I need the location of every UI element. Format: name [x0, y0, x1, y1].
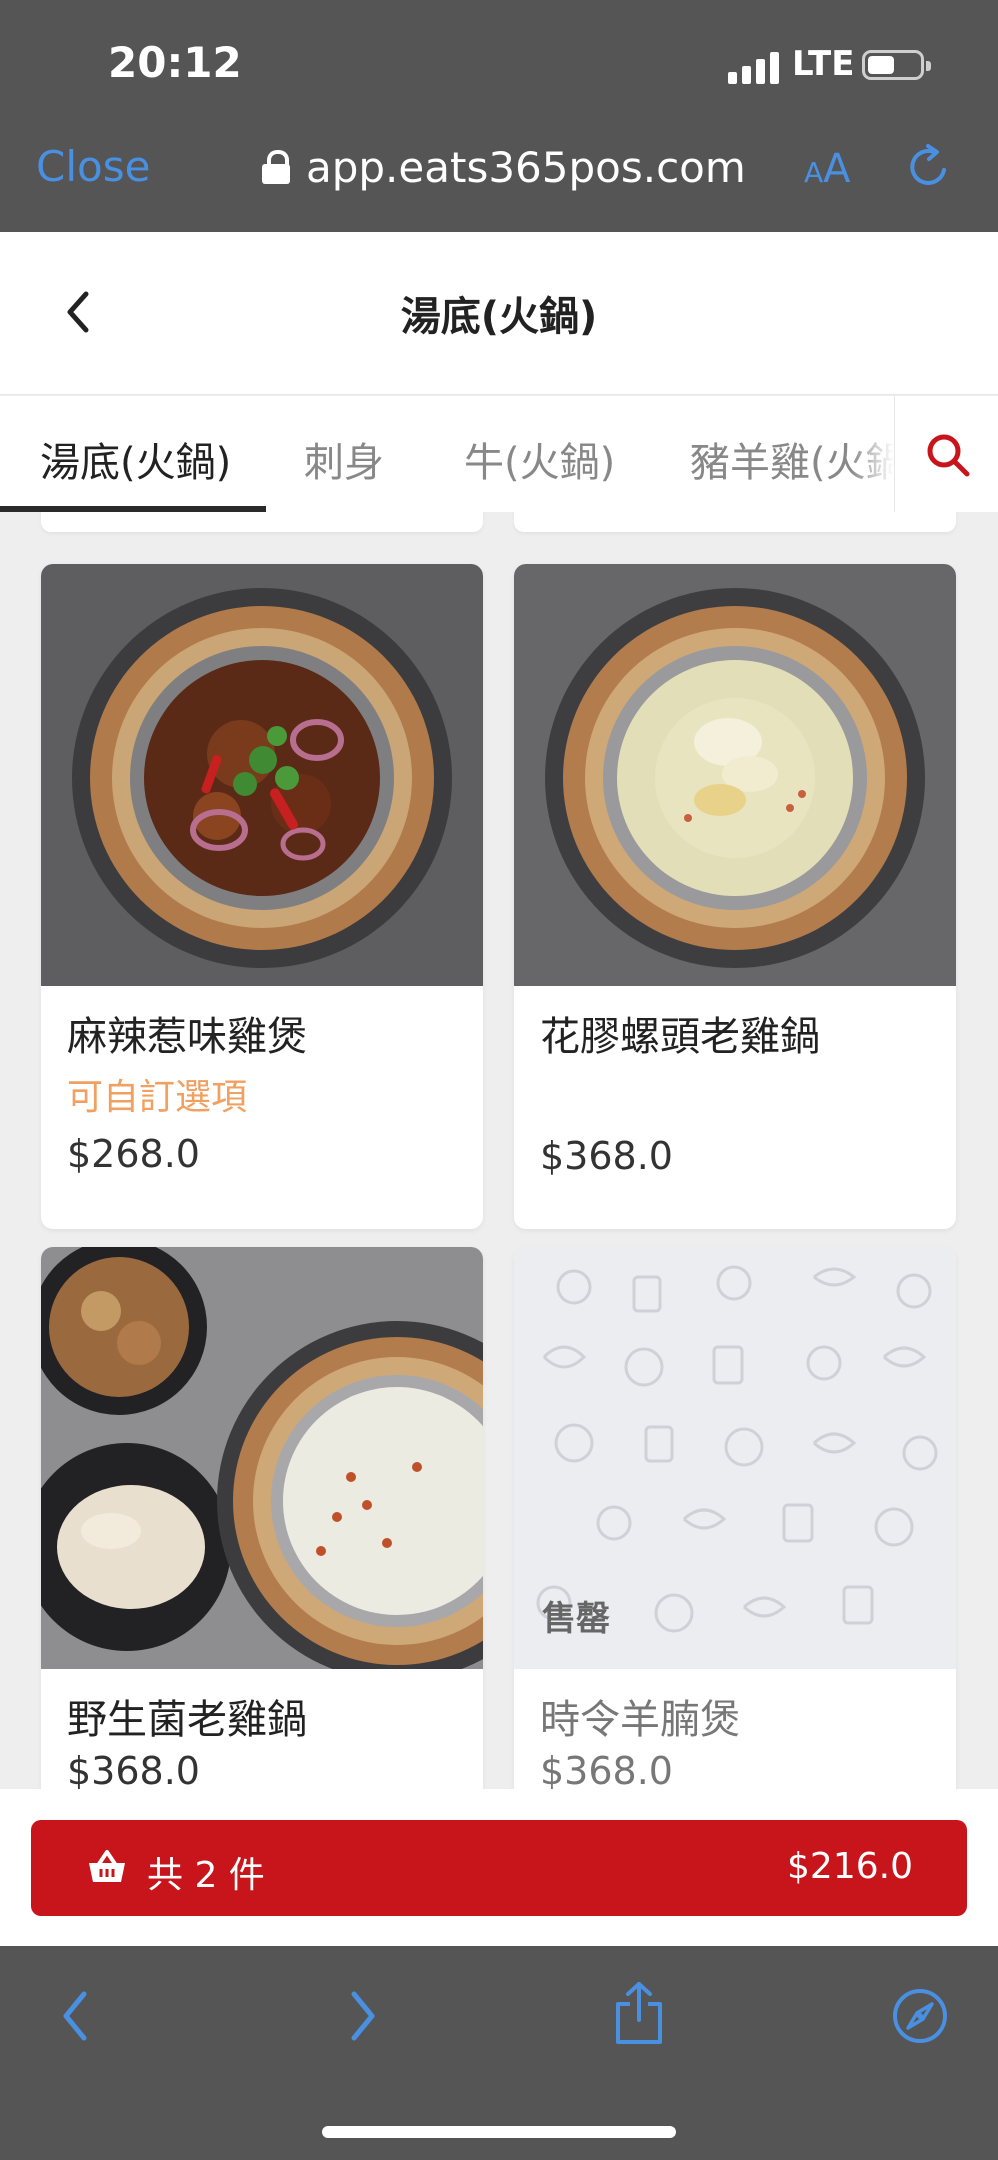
item-name: 野生菌老雞鍋 — [67, 1697, 307, 1743]
menu-item-card[interactable]: 野生菌老雞鍋 $368.0 — [41, 1247, 483, 1789]
cart-footer: 共 2 件 $216.0 — [0, 1789, 998, 1946]
menu-item-card[interactable]: 花膠螺頭老雞鍋 $368.0 — [514, 564, 956, 1229]
view-cart-button[interactable]: 共 2 件 $216.0 — [31, 1820, 967, 1916]
item-name: 時令羊腩煲 — [540, 1697, 740, 1743]
tab-soup-base[interactable]: 湯底(火鍋) — [40, 430, 231, 488]
browser-forward-icon[interactable] — [342, 1988, 382, 2044]
lock-icon — [262, 150, 290, 184]
address-bar[interactable]: app.eats365pos.com — [262, 142, 746, 192]
item-photo — [41, 564, 483, 986]
item-name: 麻辣惹味雞煲 — [67, 1014, 307, 1060]
item-photo-placeholder: 售罄 — [514, 1247, 956, 1669]
item-photo — [41, 1247, 483, 1669]
compass-icon[interactable] — [892, 1988, 948, 2044]
home-indicator — [322, 2126, 676, 2138]
item-price: $368.0 — [540, 1134, 673, 1178]
network-label: LTE — [792, 44, 855, 84]
signal-icon — [728, 52, 780, 84]
browser-top-bar: 20:12 LTE Close app.eats365pos.com AA — [0, 0, 998, 232]
battery-icon — [862, 50, 931, 80]
search-icon — [927, 434, 970, 477]
status-time: 20:12 — [108, 38, 242, 87]
share-icon[interactable] — [612, 1980, 666, 2046]
search-button[interactable] — [894, 396, 998, 512]
item-price: $368.0 — [67, 1749, 200, 1789]
menu-item-card[interactable]: 麻辣惹味雞煲 可自訂選項 $268.0 — [41, 564, 483, 1229]
cart-total: $216.0 — [787, 1846, 913, 1887]
category-tabs: 湯底(火鍋) 刺身 牛(火鍋) 豬羊雞(火鍋) — [0, 396, 998, 513]
app-header: 湯底(火鍋) — [0, 232, 998, 395]
close-button[interactable]: Close — [36, 142, 150, 191]
item-name: 花膠螺頭老雞鍋 — [540, 1014, 820, 1060]
url-text: app.eats365pos.com — [306, 142, 746, 192]
item-price: $368.0 — [540, 1749, 673, 1789]
reload-icon[interactable] — [906, 144, 952, 190]
cart-item-count: 共 2 件 — [147, 1855, 265, 1896]
menu-grid: 麻辣惹味雞煲 可自訂選項 $268.0 花膠螺頭老雞鍋 $368.0 野生菌老雞… — [0, 512, 998, 1789]
text-size-button[interactable]: AA — [804, 146, 851, 192]
browser-back-icon[interactable] — [56, 1988, 96, 2044]
basket-icon — [89, 1850, 125, 1882]
sold-out-badge: 售罄 — [542, 1599, 610, 1639]
tab-beef[interactable]: 牛(火鍋) — [464, 430, 615, 488]
item-photo — [514, 564, 956, 986]
tab-sashimi[interactable]: 刺身 — [304, 430, 384, 488]
menu-item-card[interactable]: 售罄 時令羊腩煲 $368.0 — [514, 1247, 956, 1789]
page-title: 湯底(火鍋) — [400, 294, 598, 340]
item-price: $268.0 — [67, 1132, 200, 1176]
customizable-note: 可自訂選項 — [67, 1077, 248, 1118]
